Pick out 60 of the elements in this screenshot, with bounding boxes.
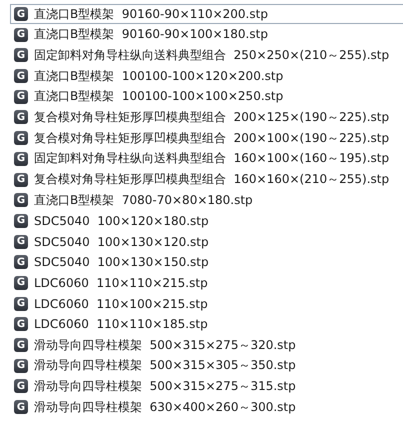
file-name: 滑动导向四导柱模架 500×315×275～315.stp: [34, 378, 296, 395]
file-name: 直浇口B型模架 100100-100×120×200.stp: [34, 68, 284, 85]
file-item[interactable]: G 滑动导向四导柱模架 630×400×260～300.stp: [10, 397, 403, 418]
file-icon: G: [14, 193, 28, 208]
file-item[interactable]: G 直浇口B型模架 7080-70×80×180.stp: [10, 190, 403, 210]
file-icon: G: [14, 214, 28, 228]
file-icon: G: [14, 131, 28, 146]
file-item[interactable]: G 滑动导向四导柱模架 500×315×275～315.stp: [10, 376, 403, 396]
file-item[interactable]: G 直浇口B型模架 100100-100×100×250.stp: [10, 86, 403, 107]
file-icon: G: [14, 234, 28, 249]
file-icon: G: [14, 338, 28, 352]
file-name: 直浇口B型模架 7080-70×80×180.stp: [34, 192, 253, 209]
file-icon: G: [14, 255, 28, 270]
file-icon: G: [14, 28, 28, 42]
file-icon: G: [14, 48, 28, 62]
file-icon: G: [14, 172, 28, 186]
file-item[interactable]: G 复合模对角导柱矩形厚凹模典型组合 200×100×(190～225).stp: [10, 128, 403, 148]
file-item[interactable]: G SDC5040 100×120×180.stp: [10, 210, 403, 231]
file-name: LDC6060 110×100×215.stp: [34, 296, 208, 311]
file-icon: G: [14, 7, 28, 21]
file-item[interactable]: G 直浇口B型模架 90160-90×110×200.stp: [10, 4, 403, 24]
file-icon: G: [14, 276, 28, 290]
file-icon: G: [14, 358, 28, 373]
file-name: 固定卸料对角导柱纵向送料典型组合 250×250×(210～255).stp: [34, 46, 390, 64]
file-item[interactable]: G LDC6060 110×110×215.stp: [10, 272, 403, 293]
file-item[interactable]: G SDC5040 100×130×120.stp: [10, 232, 403, 252]
file-name: 滑动导向四导柱模架 630×400×260～300.stp: [34, 398, 296, 416]
file-item[interactable]: G 固定卸料对角导柱纵向送料典型组合 160×100×(160～195).stp: [10, 148, 403, 169]
file-icon: G: [14, 379, 28, 394]
file-item[interactable]: G LDC6060 110×110×185.stp: [10, 314, 403, 334]
file-item[interactable]: G SDC5040 100×130×150.stp: [10, 252, 403, 272]
file-icon: G: [14, 296, 28, 311]
file-name: 复合模对角导柱矩形厚凹模典型组合 200×125×(190～225).stp: [34, 108, 390, 126]
file-item[interactable]: G LDC6060 110×100×215.stp: [10, 294, 403, 314]
file-name: SDC5040 100×130×120.stp: [34, 234, 209, 249]
file-name: SDC5040 100×120×180.stp: [34, 214, 209, 228]
file-name: 固定卸料对角导柱纵向送料典型组合 160×100×(160～195).stp: [34, 150, 390, 168]
file-item[interactable]: G 直浇口B型模架 100100-100×120×200.stp: [10, 66, 403, 86]
file-name: 直浇口B型模架 90160-90×110×200.stp: [34, 6, 268, 22]
file-name: LDC6060 110×110×215.stp: [34, 276, 208, 290]
file-name: LDC6060 110×110×185.stp: [34, 317, 208, 332]
file-name: 复合模对角导柱矩形厚凹模典型组合 160×160×(210～255).stp: [34, 171, 390, 188]
file-name: 滑动导向四导柱模架 500×315×275～320.stp: [34, 336, 296, 354]
file-name: 直浇口B型模架 90160-90×100×180.stp: [34, 26, 268, 44]
file-item[interactable]: G 复合模对角导柱矩形厚凹模典型组合 200×125×(190～225).stp: [10, 107, 403, 128]
file-icon: G: [14, 317, 28, 332]
file-item[interactable]: G 复合模对角导柱矩形厚凹模典型组合 160×160×(210～255).stp: [10, 170, 403, 190]
file-name: SDC5040 100×130×150.stp: [34, 255, 209, 270]
file-name: 直浇口B型模架 100100-100×100×250.stp: [34, 88, 284, 106]
file-icon: G: [14, 400, 28, 414]
file-icon: G: [14, 110, 28, 124]
file-name: 复合模对角导柱矩形厚凹模典型组合 200×100×(190～225).stp: [34, 130, 390, 147]
file-item[interactable]: G 滑动导向四导柱模架 500×315×275～320.stp: [10, 335, 403, 355]
file-item[interactable]: G 固定卸料对角导柱纵向送料典型组合 250×250×(210～255).stp: [10, 45, 403, 66]
file-name: 滑动导向四导柱模架 500×315×305～350.stp: [34, 357, 296, 374]
file-item[interactable]: G 滑动导向四导柱模架 500×315×305～350.stp: [10, 356, 403, 376]
file-item[interactable]: G 直浇口B型模架 90160-90×100×180.stp: [10, 24, 403, 45]
file-icon: G: [14, 69, 28, 84]
file-icon: G: [14, 152, 28, 166]
file-icon: G: [14, 90, 28, 104]
